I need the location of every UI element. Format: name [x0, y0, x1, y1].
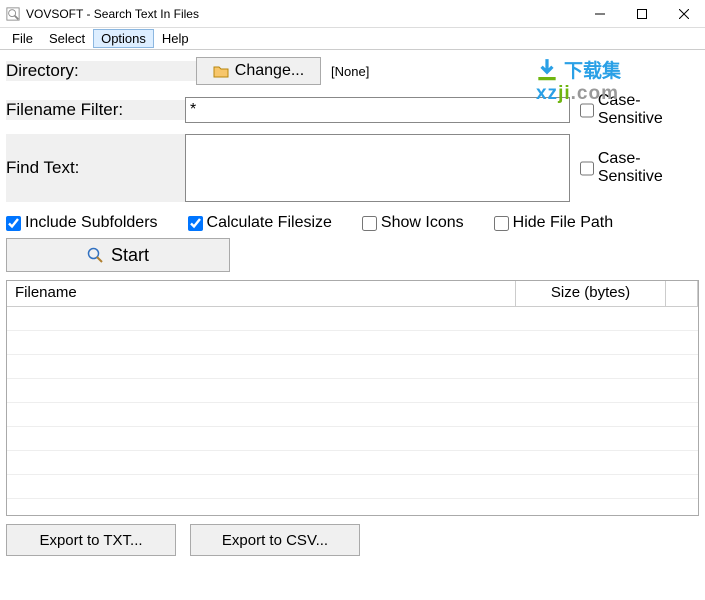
- change-directory-button[interactable]: Change...: [196, 57, 321, 85]
- find-text-input[interactable]: [185, 134, 570, 202]
- filename-filter-input[interactable]: [185, 97, 570, 123]
- table-row: [7, 307, 698, 331]
- table-row: [7, 379, 698, 403]
- export-txt-button[interactable]: Export to TXT...: [6, 524, 176, 556]
- table-row: [7, 403, 698, 427]
- title-bar: VOVSOFT - Search Text In Files: [0, 0, 705, 28]
- close-button[interactable]: [663, 0, 705, 28]
- column-extra[interactable]: [666, 281, 698, 307]
- hide-file-path-box[interactable]: [494, 216, 509, 231]
- table-row: [7, 475, 698, 499]
- table-row: [7, 331, 698, 355]
- minimize-button[interactable]: [579, 0, 621, 28]
- column-size[interactable]: Size (bytes): [516, 281, 666, 307]
- table-row: [7, 451, 698, 475]
- hide-file-path-checkbox[interactable]: Hide File Path: [494, 214, 614, 232]
- calculate-filesize-box[interactable]: [188, 216, 203, 231]
- find-case-sensitive-label: Case-Sensitive: [598, 150, 699, 186]
- app-icon: [6, 7, 20, 21]
- calculate-filesize-checkbox[interactable]: Calculate Filesize: [188, 214, 332, 232]
- filename-filter-label: Filename Filter:: [6, 100, 185, 120]
- column-filename[interactable]: Filename: [7, 281, 516, 307]
- change-button-label: Change...: [235, 62, 304, 80]
- filter-case-sensitive-label: Case-Sensitive: [598, 92, 699, 128]
- maximize-button[interactable]: [621, 0, 663, 28]
- menu-select[interactable]: Select: [41, 29, 93, 48]
- hide-file-path-label: Hide File Path: [513, 214, 614, 232]
- export-csv-button[interactable]: Export to CSV...: [190, 524, 360, 556]
- grid-body: [7, 307, 698, 515]
- table-row: [7, 427, 698, 451]
- menu-help[interactable]: Help: [154, 29, 197, 48]
- start-button[interactable]: Start: [6, 238, 230, 272]
- current-directory: [None]: [331, 64, 369, 79]
- folder-icon: [213, 64, 229, 78]
- show-icons-label: Show Icons: [381, 214, 464, 232]
- filter-case-sensitive-box[interactable]: [580, 103, 594, 118]
- include-subfolders-label: Include Subfolders: [25, 214, 158, 232]
- calculate-filesize-label: Calculate Filesize: [207, 214, 332, 232]
- start-button-label: Start: [111, 245, 149, 266]
- filter-case-sensitive-checkbox[interactable]: Case-Sensitive: [580, 92, 699, 128]
- show-icons-box[interactable]: [362, 216, 377, 231]
- search-icon: [87, 247, 103, 263]
- menu-options[interactable]: Options: [93, 29, 154, 48]
- window-title: VOVSOFT - Search Text In Files: [26, 7, 579, 21]
- show-icons-checkbox[interactable]: Show Icons: [362, 214, 464, 232]
- results-grid[interactable]: Filename Size (bytes): [6, 280, 699, 516]
- directory-label: Directory:: [6, 61, 196, 81]
- table-row: [7, 355, 698, 379]
- menu-bar: File Select Options Help: [0, 28, 705, 50]
- find-case-sensitive-box[interactable]: [580, 161, 594, 176]
- include-subfolders-box[interactable]: [6, 216, 21, 231]
- grid-header: Filename Size (bytes): [7, 281, 698, 307]
- find-case-sensitive-checkbox[interactable]: Case-Sensitive: [580, 150, 699, 186]
- include-subfolders-checkbox[interactable]: Include Subfolders: [6, 214, 158, 232]
- find-text-label: Find Text:: [6, 134, 185, 202]
- menu-file[interactable]: File: [4, 29, 41, 48]
